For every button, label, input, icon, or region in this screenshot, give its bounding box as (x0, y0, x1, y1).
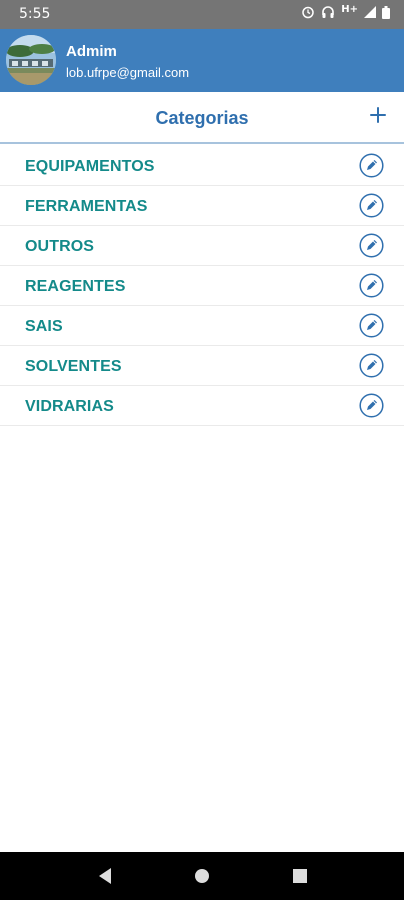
category-label: SAIS (25, 318, 63, 335)
category-label: EQUIPAMENTOS (25, 158, 155, 175)
pencil-icon (359, 353, 384, 378)
page-titlebar: Categorias (0, 92, 404, 144)
edit-category-button[interactable] (359, 233, 384, 258)
category-label: REAGENTES (25, 278, 126, 295)
list-item[interactable]: OUTROS (0, 226, 404, 266)
plus-icon (370, 107, 386, 123)
edit-category-button[interactable] (359, 313, 384, 338)
edit-category-button[interactable] (359, 193, 384, 218)
recents-icon[interactable] (291, 866, 309, 886)
alarm-icon (302, 6, 314, 19)
edit-category-button[interactable] (359, 353, 384, 378)
avatar-image (6, 35, 56, 85)
category-label: SOLVENTES (25, 358, 122, 375)
category-label: VIDRARIAS (25, 398, 114, 415)
system-nav-bar (0, 852, 404, 900)
list-item[interactable]: FERRAMENTAS (0, 186, 404, 226)
home-icon[interactable] (193, 866, 211, 886)
pencil-icon (359, 193, 384, 218)
list-item[interactable]: EQUIPAMENTOS (0, 146, 404, 186)
headphones-icon (322, 6, 335, 18)
list-item[interactable]: SOLVENTES (0, 346, 404, 386)
category-label: FERRAMENTAS (25, 198, 148, 215)
drawer-header: Admim lob.ufrpe@gmail.com (0, 29, 404, 92)
list-item[interactable]: SAIS (0, 306, 404, 346)
status-icons: H+ (301, 3, 390, 19)
back-icon[interactable] (96, 866, 114, 886)
user-email: lob.ufrpe@gmail.com (66, 65, 190, 80)
pencil-icon (359, 393, 384, 418)
pencil-icon (359, 233, 384, 258)
add-category-button[interactable] (364, 101, 392, 129)
user-name: Admim (66, 43, 117, 60)
edit-category-button[interactable] (359, 393, 384, 418)
pencil-icon (359, 153, 384, 178)
battery-icon (382, 5, 390, 19)
status-bar: 5:55 H+ (0, 0, 404, 29)
category-list: EQUIPAMENTOS FERRAMENTAS OUTROS REAGENTE… (0, 146, 404, 426)
list-item[interactable]: REAGENTES (0, 266, 404, 306)
list-item[interactable]: VIDRARIAS (0, 386, 404, 426)
signal-icon (364, 6, 376, 18)
category-label: OUTROS (25, 238, 95, 255)
avatar[interactable] (6, 35, 56, 85)
network-type-label: H+ (341, 3, 358, 15)
edit-category-button[interactable] (359, 273, 384, 298)
pencil-icon (359, 273, 384, 298)
page-title: Categorias (155, 108, 249, 128)
edit-category-button[interactable] (359, 153, 384, 178)
pencil-icon (359, 313, 384, 338)
status-time: 5:55 (19, 6, 51, 22)
